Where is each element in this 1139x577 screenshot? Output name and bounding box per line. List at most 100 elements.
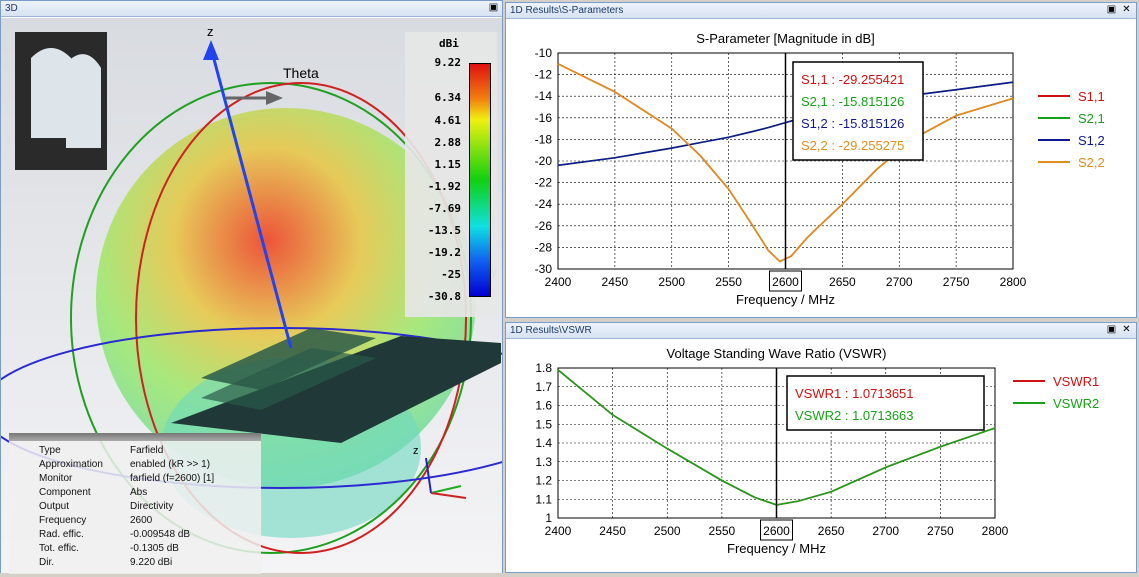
y-tick-label: 1.1	[535, 492, 552, 506]
legend-label: S2,2	[1078, 155, 1105, 170]
colorbar-tick-label: -13.5	[427, 224, 461, 237]
x-tick-label: 2700	[886, 275, 913, 289]
s-parameters-title-bar: 1D Results\S-Parameters ▣ ✕	[506, 3, 1136, 19]
info-key: Output	[39, 501, 70, 512]
maximize-icon[interactable]: ▣	[487, 2, 500, 14]
colorbar-tick-label: -30.8	[427, 290, 461, 303]
y-tick-label: -30	[535, 262, 553, 276]
y-tick-label: 1.4	[535, 436, 552, 450]
legend-label: VSWR1	[1053, 374, 1099, 389]
x-tick-label: 2700	[872, 524, 899, 538]
x-tick-label: 2400	[545, 524, 572, 538]
x-tick-label: 2800	[1000, 275, 1027, 289]
colorbar-tick-label: -25	[441, 268, 461, 281]
window-title: 1D Results\VSWR	[510, 325, 592, 336]
info-key: Component	[39, 487, 91, 498]
farfield-info-box: Type Farfield Approximation enabled (kR >> …	[9, 433, 261, 574]
y-tick-label: -14	[535, 89, 553, 103]
info-key: Frequency	[39, 515, 87, 526]
vswr-panel[interactable]: 1D Results\VSWR ▣ ✕ Voltage Standing Wave …	[505, 322, 1137, 573]
x-tick-label: 2400	[545, 275, 572, 289]
legend-label: S1,2	[1078, 133, 1105, 148]
structure-shape	[31, 48, 101, 148]
y-tick-label: -22	[535, 176, 553, 190]
colorbar-tick-label: -1.92	[427, 180, 461, 193]
info-row: Rad. effic. -0.009548 dB	[9, 528, 261, 542]
x-axis-label: Frequency / MHz	[727, 541, 826, 556]
colorbar: dBi 9.22 6.34 4.61 2.88 1.15 -1.92 -7.69 -13.5 -…	[405, 32, 497, 317]
colorbar-gradient	[469, 63, 491, 297]
info-key: Tot. effic.	[39, 543, 79, 554]
x-tick-label: 2550	[709, 524, 736, 538]
y-tick-label: 1.3	[535, 455, 552, 469]
vswr-chart[interactable]: Voltage Standing Wave Ratio (VSWR) 2400 24…	[506, 339, 1136, 572]
marker-readout: S2,2 : -29.255275	[801, 138, 904, 153]
info-row: Approximation enabled (kR >> 1)	[9, 458, 261, 472]
maximize-icon[interactable]: ▣	[1105, 324, 1118, 336]
info-row: Dir. 9.220 dBi	[9, 556, 261, 570]
z-axis-label: z	[207, 24, 214, 39]
colorbar-tick-label: -7.69	[427, 202, 461, 215]
info-row: Component Abs	[9, 486, 261, 500]
marker-readout: VSWR2 : 1.0713663	[795, 408, 914, 423]
marker-x-label: 2600	[763, 524, 790, 538]
info-value: Directivity	[130, 501, 174, 512]
colorbar-unit: dBi	[439, 37, 459, 50]
legend-label: S1,1	[1078, 89, 1105, 104]
y-tick-label: -24	[535, 197, 553, 211]
x-tick-label: 2650	[818, 524, 845, 538]
colorbar-tick-label: 1.15	[434, 158, 462, 171]
maximize-icon[interactable]: ▣	[1105, 4, 1118, 16]
info-row: Type Farfield	[9, 444, 261, 458]
info-value: Farfield	[130, 445, 164, 456]
theta-label: Theta	[283, 65, 319, 81]
close-icon[interactable]: ✕	[1120, 4, 1133, 16]
mini-axis-z-label: z	[413, 445, 419, 457]
x-tick-label: 2750	[943, 275, 970, 289]
y-tick-label: -16	[535, 111, 553, 125]
y-tick-label: -10	[535, 46, 553, 60]
y-tick-label: -28	[535, 240, 553, 254]
info-value: 9.220 dBi	[130, 557, 173, 568]
y-tick-label: 1.7	[535, 380, 552, 394]
colorbar-tick-label: 6.34	[434, 91, 462, 104]
y-tick-label: 1.8	[535, 361, 552, 375]
3d-view-panel[interactable]: 3D▣ z Theta y z dBi 9.226.344.612.881.15…	[0, 0, 503, 574]
3d-title: 3D	[5, 3, 18, 14]
info-value: -0.1305 dB	[130, 543, 179, 554]
x-tick-label: 2800	[982, 524, 1009, 538]
theta-arrow-icon	[266, 91, 283, 105]
info-row: Output Directivity	[9, 500, 261, 514]
info-value: farfield (f=2600) [1]	[130, 473, 215, 484]
marker-readout: S1,1 : -29.255421	[801, 72, 904, 87]
x-tick-label: 2500	[658, 275, 685, 289]
marker-readout: VSWR1 : 1.0713651	[795, 386, 914, 401]
y-tick-label: -18	[535, 132, 553, 146]
info-key: Approximation	[39, 459, 103, 470]
marker-x-label: 2600	[772, 275, 799, 289]
y-tick-label: -26	[535, 219, 553, 233]
info-key: Monitor	[39, 473, 73, 484]
info-key: Type	[39, 445, 61, 456]
colorbar-tick-label: -19.2	[427, 246, 461, 259]
y-tick-label: 1.2	[535, 474, 552, 488]
s-parameters-panel[interactable]: 1D Results\S-Parameters ▣ ✕ S-Parameter [M…	[505, 2, 1137, 318]
vswr-title-bar: 1D Results\VSWR ▣ ✕	[506, 323, 1136, 339]
legend-label: VSWR2	[1053, 396, 1099, 411]
info-key: Dir.	[39, 557, 54, 568]
colorbar-tick-label: 9.22	[434, 56, 462, 69]
info-value: Abs	[130, 487, 148, 498]
y-tick-label: -20	[535, 154, 553, 168]
info-value: enabled (kR >> 1)	[130, 459, 211, 470]
y-tick-label: 1	[545, 511, 552, 525]
close-icon[interactable]: ✕	[1120, 324, 1133, 336]
x-tick-label: 2450	[602, 275, 629, 289]
x-tick-label: 2650	[829, 275, 856, 289]
info-value: -0.009548 dB	[130, 529, 191, 540]
x-tick-label: 2750	[927, 524, 954, 538]
colorbar-tick-label: 4.61	[434, 114, 462, 127]
colorbar-tick-label: 2.88	[434, 136, 462, 149]
x-tick-label: 2500	[654, 524, 681, 538]
s-parameter-chart[interactable]: S-Parameter [Magnitude in dB] 2400 2450 250…	[506, 19, 1136, 317]
info-row: Monitor farfield (f=2600) [1]	[9, 472, 261, 486]
